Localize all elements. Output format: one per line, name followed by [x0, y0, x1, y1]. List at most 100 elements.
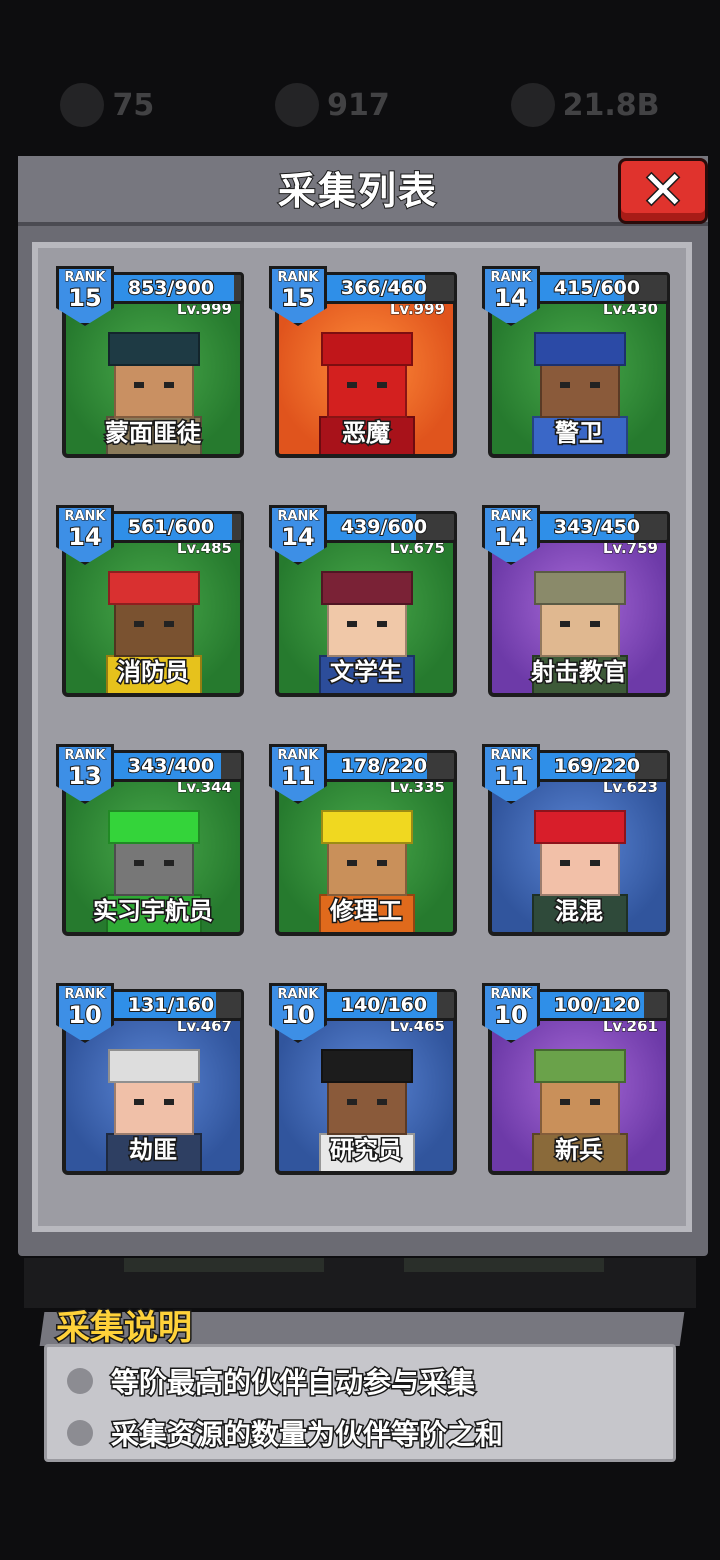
avatar-hat [534, 332, 626, 366]
resource-item: 917 [275, 83, 390, 127]
companion-grid: Lv.999 蒙面匪徒 853/900 RANK 15 Lv.999 恶魔 36… [56, 266, 672, 1175]
companion-card[interactable]: Lv.344 实习宇航员 343/400 RANK 13 [56, 744, 244, 936]
progress-text: 561/600 [127, 515, 215, 539]
rank-label: RANK [277, 987, 319, 1003]
resource-item: 21.8B [510, 83, 660, 127]
avatar-eye [164, 382, 174, 388]
avatar-eye [590, 621, 600, 627]
rank-badge: RANK 14 [269, 505, 327, 565]
rank-number: 10 [67, 1000, 102, 1030]
resource-value: 75 [112, 87, 155, 123]
info-text: 采集资源的数量为伙伴等阶之和 [109, 1417, 504, 1453]
info-text: 等阶最高的伙伴自动参与采集 [109, 1365, 476, 1401]
dialog-title: 采集列表 [277, 168, 438, 214]
avatar-eye [134, 621, 144, 627]
bullet-icon [67, 1368, 93, 1394]
rank-progress-bar: 343/400 [98, 750, 244, 782]
avatar-hat [534, 810, 626, 844]
progress-text: 343/450 [553, 515, 641, 539]
progress-text: 140/160 [340, 993, 428, 1017]
rank-number: 10 [280, 1000, 315, 1030]
resource-bar: 75 917 21.8B [0, 60, 720, 150]
progress-text: 439/600 [340, 515, 428, 539]
avatar-eye [164, 1099, 174, 1105]
companion-name: 射击教官 [530, 657, 629, 688]
resource-value: 21.8B [562, 87, 660, 123]
rank-progress-bar: 169/220 [524, 750, 670, 782]
companion-card[interactable]: Lv.335 修理工 178/220 RANK 11 [269, 744, 457, 936]
bullet-icon [67, 1420, 93, 1446]
companion-card[interactable]: Lv.675 文学生 439/600 RANK 14 [269, 505, 457, 697]
companion-name: 文学生 [329, 657, 404, 688]
rank-badge: RANK 11 [269, 744, 327, 804]
rank-label: RANK [64, 987, 106, 1003]
companion-name: 实习宇航员 [92, 896, 215, 927]
avatar-eye [560, 621, 570, 627]
progress-text: 169/220 [553, 754, 641, 778]
rank-label: RANK [277, 748, 319, 764]
companion-card[interactable]: Lv.759 射击教官 343/450 RANK 14 [482, 505, 670, 697]
rank-badge: RANK 13 [56, 744, 114, 804]
close-button[interactable]: ✕ [618, 158, 708, 224]
rank-progress-bar: 100/120 [524, 989, 670, 1021]
companion-card[interactable]: Lv.623 混混 169/220 RANK 11 [482, 744, 670, 936]
rank-label: RANK [490, 509, 532, 525]
companion-card[interactable]: Lv.465 研究员 140/160 RANK 10 [269, 983, 457, 1175]
rank-label: RANK [490, 270, 532, 286]
progress-text: 853/900 [127, 276, 215, 300]
avatar-eye [347, 1099, 357, 1105]
companion-card[interactable]: Lv.999 恶魔 366/460 RANK 15 [269, 266, 457, 458]
background-button [124, 1258, 324, 1272]
info-line: 等阶最高的伙伴自动参与采集 [67, 1361, 477, 1401]
avatar-hat [534, 1049, 626, 1083]
collection-list-dialog: 采集列表 ✕ Lv.999 蒙面匪徒 853/900 RANK 15 Lv.99… [18, 156, 708, 1256]
progress-text: 415/600 [553, 276, 641, 300]
companion-panel: Lv.999 蒙面匪徒 853/900 RANK 15 Lv.999 恶魔 36… [32, 242, 692, 1232]
avatar-eye [377, 382, 387, 388]
rank-progress-bar: 366/460 [311, 272, 457, 304]
resource-icon [60, 83, 105, 127]
avatar-hat [108, 810, 200, 844]
companion-card[interactable]: Lv.467 劫匪 131/160 RANK 10 [56, 983, 244, 1175]
avatar-eye [560, 1099, 570, 1105]
avatar-hat [108, 332, 200, 366]
rank-progress-bar: 439/600 [311, 511, 457, 543]
avatar-eye [560, 382, 570, 388]
progress-text: 178/220 [340, 754, 428, 778]
rank-number: 14 [280, 522, 315, 552]
companion-card[interactable]: Lv.485 消防员 561/600 RANK 14 [56, 505, 244, 697]
companion-name: 恶魔 [341, 418, 392, 449]
info-title: 采集说明 [55, 1307, 194, 1350]
progress-text: 366/460 [340, 276, 428, 300]
rank-number: 11 [280, 761, 315, 791]
avatar-eye [134, 860, 144, 866]
avatar-eye [134, 382, 144, 388]
rank-number: 14 [67, 522, 102, 552]
rank-label: RANK [277, 270, 319, 286]
companion-card[interactable]: Lv.430 警卫 415/600 RANK 14 [482, 266, 670, 458]
rank-label: RANK [64, 509, 106, 525]
rank-badge: RANK 15 [269, 266, 327, 326]
rank-progress-bar: 140/160 [311, 989, 457, 1021]
rank-badge: RANK 15 [56, 266, 114, 326]
rank-label: RANK [490, 987, 532, 1003]
info-panel: 等阶最高的伙伴自动参与采集 采集资源的数量为伙伴等阶之和 [44, 1344, 676, 1462]
avatar-eye [347, 621, 357, 627]
resource-value: 917 [327, 87, 390, 123]
companion-card[interactable]: Lv.999 蒙面匪徒 853/900 RANK 15 [56, 266, 244, 458]
avatar-eye [560, 860, 570, 866]
resource-item: 75 [60, 83, 154, 127]
avatar-hat [534, 571, 626, 605]
rank-number: 14 [493, 283, 528, 313]
avatar-eye [134, 1099, 144, 1105]
rank-badge: RANK 10 [56, 983, 114, 1043]
avatar-eye [590, 860, 600, 866]
progress-text: 100/120 [553, 993, 641, 1017]
rank-progress-bar: 415/600 [524, 272, 670, 304]
avatar-eye [590, 382, 600, 388]
companion-card[interactable]: Lv.261 新兵 100/120 RANK 10 [482, 983, 670, 1175]
avatar-eye [377, 860, 387, 866]
resource-icon [275, 83, 320, 127]
companion-name: 消防员 [116, 657, 191, 688]
rank-progress-bar: 131/160 [98, 989, 244, 1021]
